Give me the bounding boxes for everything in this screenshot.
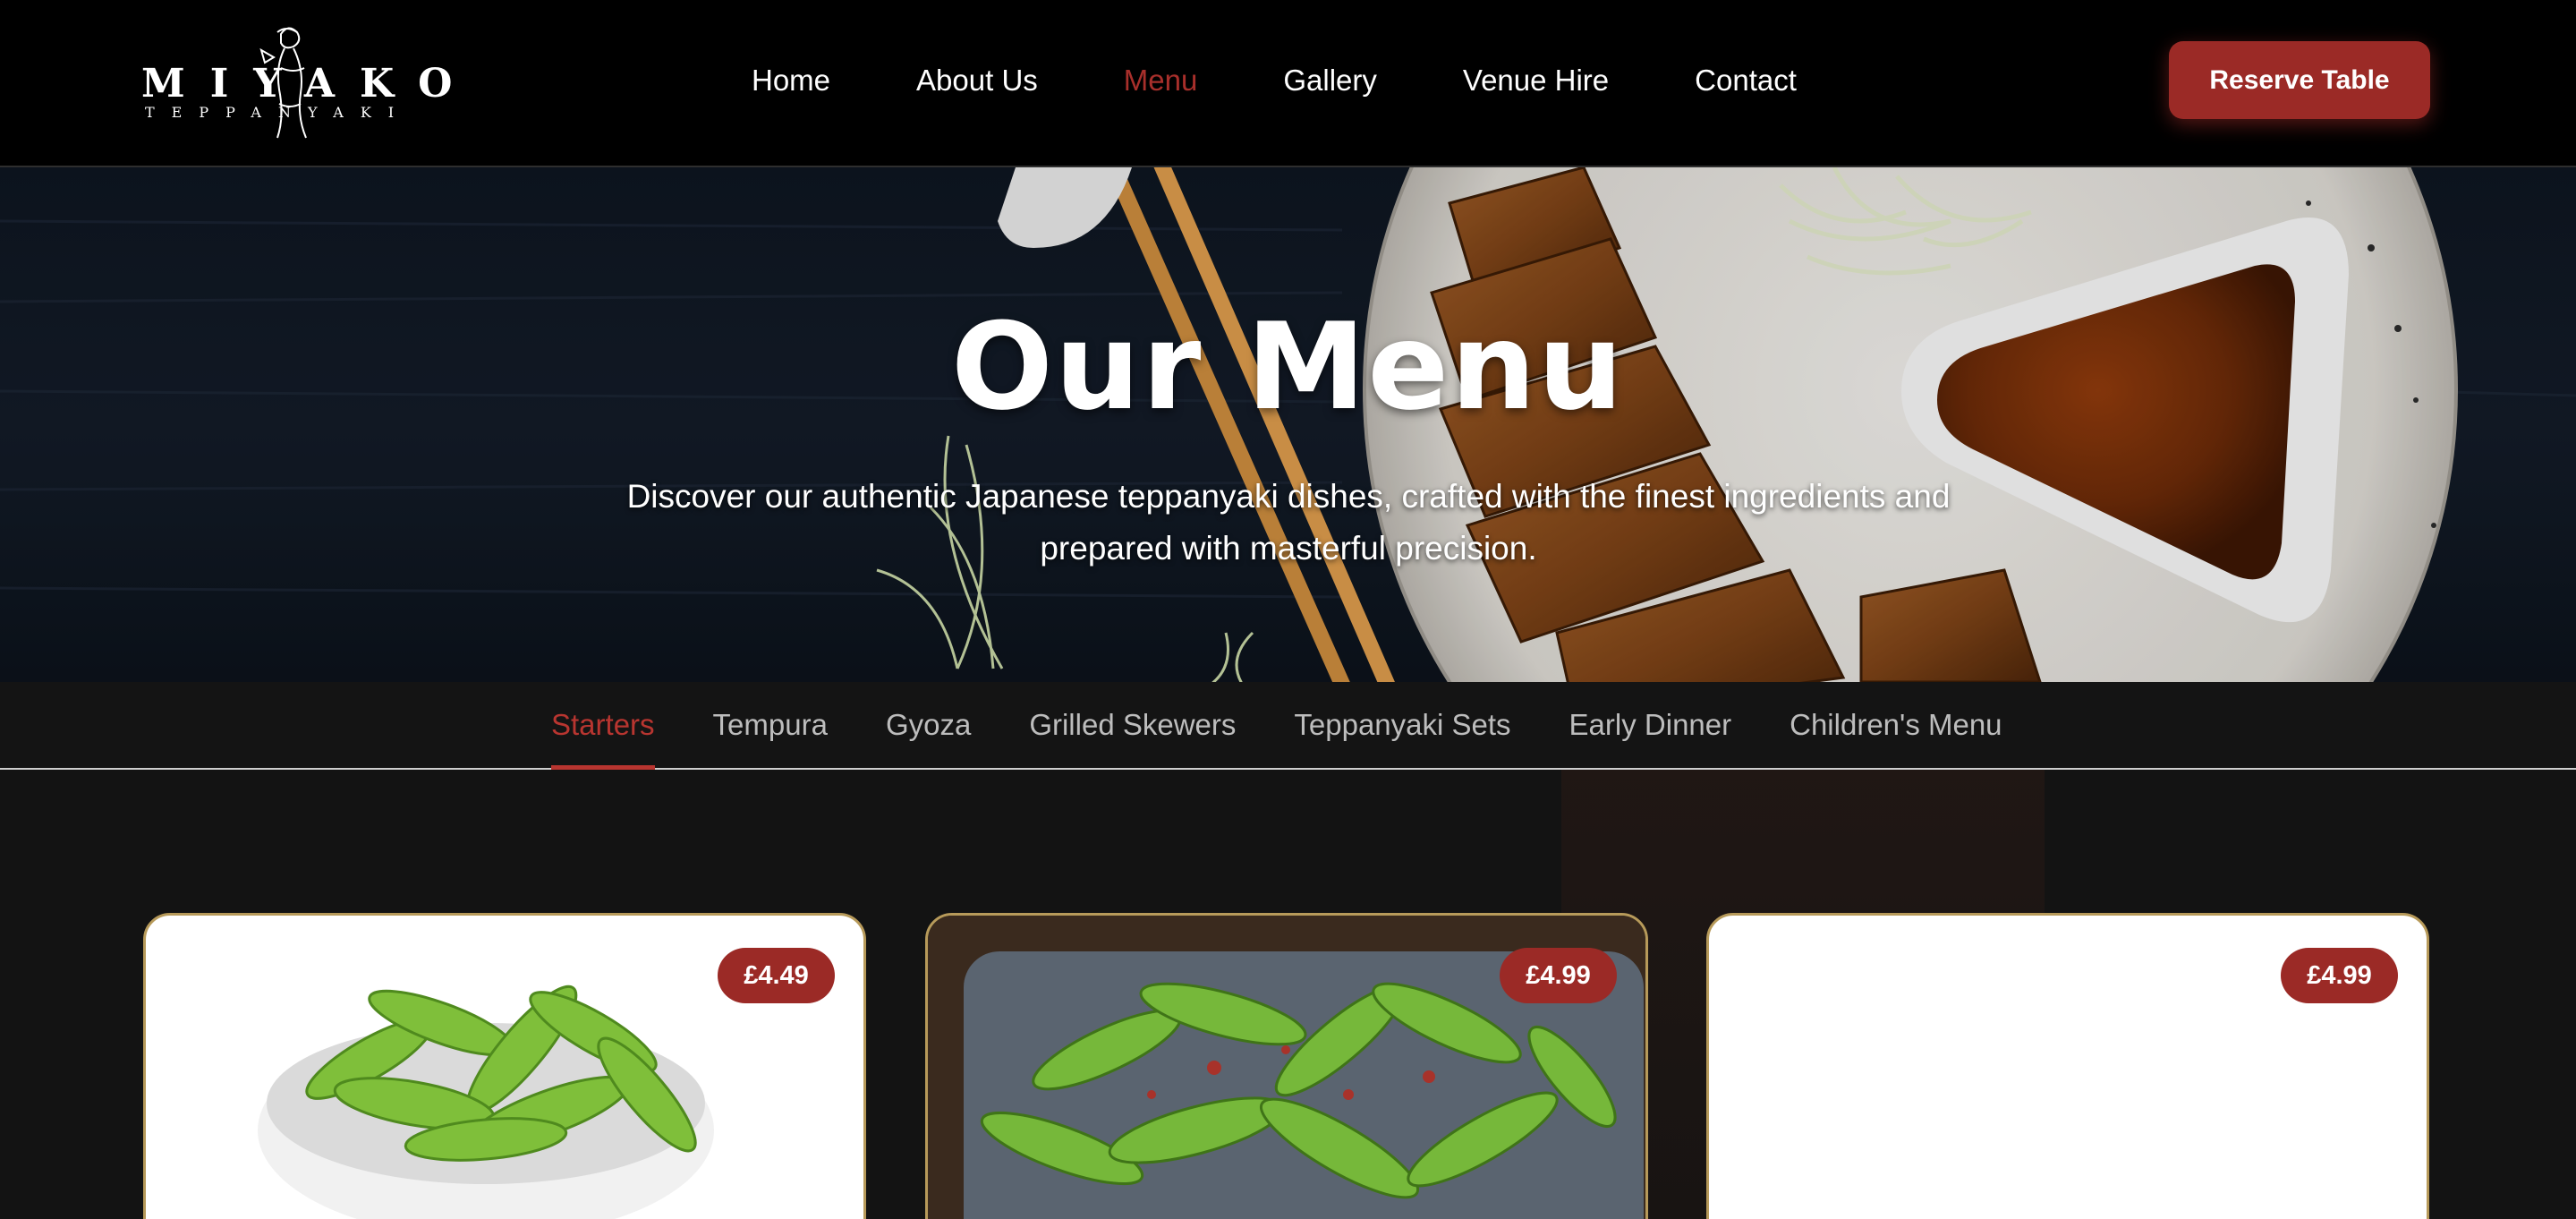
tab-starters[interactable]: Starters	[551, 682, 655, 770]
nav-home[interactable]: Home	[752, 63, 830, 98]
nav-contact[interactable]: Contact	[1695, 63, 1797, 98]
price-badge: £4.99	[1500, 948, 1617, 1003]
logo-subtitle: TEPPANYAKI	[145, 104, 412, 121]
menu-category-tabs: Starters Tempura Gyoza Grilled Skewers T…	[551, 682, 2061, 770]
hero-subtitle: Discover our authentic Japanese teppanya…	[626, 478, 1951, 567]
price-badge: £4.99	[2281, 948, 2398, 1003]
tab-gyoza[interactable]: Gyoza	[886, 682, 971, 768]
nav-about-us[interactable]: About Us	[916, 63, 1038, 98]
hero-title: Our Menu	[950, 297, 1626, 437]
menu-item-card[interactable]: £4.99	[1706, 913, 2429, 1219]
tab-childrens-menu[interactable]: Children's Menu	[1790, 682, 2002, 768]
tab-grilled-skewers[interactable]: Grilled Skewers	[1029, 682, 1236, 768]
reserve-table-button[interactable]: Reserve Table	[2169, 41, 2430, 119]
tab-early-dinner[interactable]: Early Dinner	[1569, 682, 1732, 768]
menu-items-section: £4.49 £4.99 £4.99	[0, 770, 2576, 1219]
main-nav: Home About Us Menu Gallery Venue Hire Co…	[752, 63, 1883, 98]
price-badge: £4.49	[718, 948, 835, 1003]
tab-teppanyaki-sets[interactable]: Teppanyaki Sets	[1294, 682, 1510, 768]
site-header: MIYAKO TEPPANYAKI Home About Us Menu Gal…	[0, 0, 2576, 167]
nav-menu[interactable]: Menu	[1124, 63, 1198, 98]
hero-banner: Our Menu Discover our authentic Japanese…	[0, 167, 2576, 682]
menu-item-card[interactable]: £4.49	[143, 913, 866, 1219]
miyako-logo[interactable]: MIYAKO TEPPANYAKI	[141, 20, 478, 145]
tab-tempura[interactable]: Tempura	[713, 682, 828, 768]
nav-venue-hire[interactable]: Venue Hire	[1463, 63, 1609, 98]
menu-item-card[interactable]: £4.99	[925, 913, 1648, 1219]
nav-gallery[interactable]: Gallery	[1283, 63, 1377, 98]
logo-wordmark: MIYAKO	[141, 61, 478, 107]
menu-category-bar: Starters Tempura Gyoza Grilled Skewers T…	[0, 682, 2576, 770]
